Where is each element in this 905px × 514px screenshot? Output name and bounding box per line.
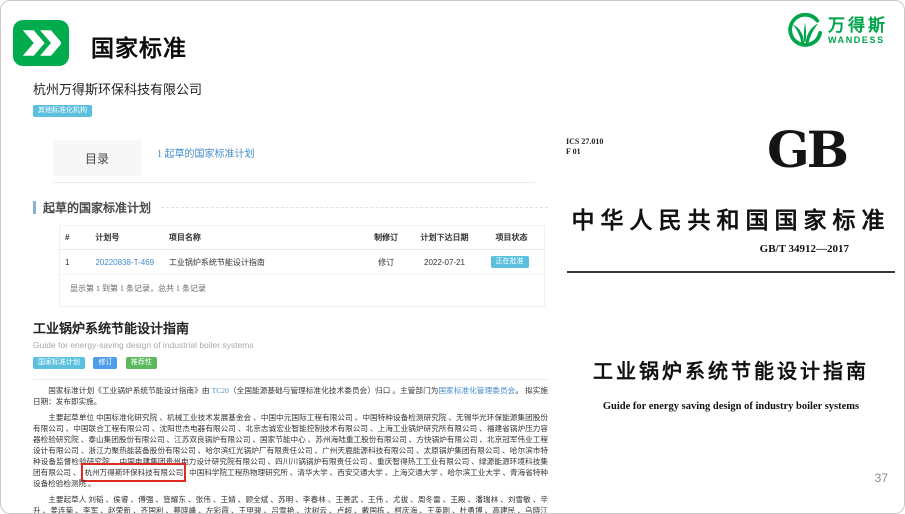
company-badges: 其他标准化机构 <box>33 102 548 120</box>
ics-line2: F 01 <box>566 147 603 157</box>
gb-logo: GB <box>767 125 846 175</box>
pagination-text: 显示第 1 到第 1 条记录，总共 1 条记录 <box>60 275 544 306</box>
ics-classification: ICS 27.010 F 01 <box>566 137 603 157</box>
logo-subname: WANDESS <box>828 36 888 45</box>
cell-index: 1 <box>60 250 90 275</box>
status-badge: 正在批准 <box>491 256 529 268</box>
section-header-title: 起草的国家标准计划 <box>43 199 151 216</box>
double-chevron-icon <box>13 20 69 66</box>
badge-national-plan: 国家标准计划 <box>33 357 85 369</box>
table-header-row: # 计划号 项目名称 制修订 计划下达日期 项目状态 <box>60 226 544 250</box>
standard-info: 工业锅炉系统节能设计指南 Guide for energy-saving des… <box>33 318 548 380</box>
page-number: 37 <box>875 471 888 485</box>
toc-link-drafted-plans[interactable]: 1 起草的国家标准计划 <box>141 140 255 176</box>
standard-badges: 国家标准计划 修订 推荐性 <box>33 354 548 372</box>
plans-table-container: # 计划号 项目名称 制修订 计划下达日期 项目状态 1 20220838-T-… <box>59 225 545 307</box>
cell-issue-date: 2022-07-21 <box>410 250 479 275</box>
standard-title: 工业锅炉系统节能设计指南 <box>33 318 548 337</box>
chevron-right-icon <box>21 30 61 56</box>
plan-number-link[interactable]: 20220838-T-469 <box>95 258 154 267</box>
gb-standard-cover: ICS 27.010 F 01 GB 中华人民共和国国家标准 GB/T 3491… <box>561 91 901 496</box>
section-header-divider <box>161 207 548 208</box>
badge-recommended: 推荐性 <box>126 357 157 369</box>
cover-heading: 中华人民共和国国家标准 <box>561 201 901 235</box>
toc-label: 目录 <box>53 140 141 176</box>
cell-project-name: 工业锅炉系统节能设计指南 <box>164 250 362 275</box>
para1-text-b: （全国能源基础与管理标准化技术委员会）归口 。主管部门为 <box>229 386 439 395</box>
paragraph-drafters: 主要起草人 刘韬 、侯睿 、傅强 、笪耀东 、张伟 、王婧 、顾全斌 、苏明 、… <box>33 494 548 514</box>
wandess-logo: 万得斯 WANDESS <box>788 13 888 49</box>
paragraph-overview: 国家标准计划《工业锅炉系统节能设计指南》由 TC20（全国能源基础与管理标准化技… <box>33 385 548 407</box>
wandess-logo-text: 万得斯 WANDESS <box>828 17 888 45</box>
standard-subtitle-en: Guide for energy-saving design of indust… <box>33 340 548 350</box>
col-project-name: 项目名称 <box>164 226 362 250</box>
plans-table: # 计划号 项目名称 制修订 计划下达日期 项目状态 1 20220838-T-… <box>60 226 544 275</box>
ics-line1: ICS 27.010 <box>566 137 603 147</box>
para1-text-a: 国家标准计划《工业锅炉系统节能设计指南》由 <box>48 386 211 395</box>
cover-standard-title: 工业锅炉系统节能设计指南 <box>561 355 901 384</box>
tc20-link[interactable]: TC20 <box>212 386 229 395</box>
sac-link[interactable]: 国家标准化管理委员会 <box>438 386 515 395</box>
table-row: 1 20220838-T-469 工业锅炉系统节能设计指南 修订 2022-07… <box>60 250 544 275</box>
standard-code: GB/T 34912—2017 <box>760 243 849 255</box>
page-title: 国家标准 <box>91 29 187 63</box>
col-revision: 制修订 <box>362 226 410 250</box>
para3-prefix: 主要起草人 刘韬 、侯睿 、傅强 、笪耀东 、张伟 、王婧 、顾全斌 、苏明 、… <box>33 495 548 514</box>
badge-revision: 修订 <box>93 357 117 369</box>
col-index: # <box>60 226 90 250</box>
cover-rule-line <box>567 271 895 273</box>
slide: 国家标准 万得斯 WANDESS 杭州万得斯环保科技有限公司 其他标准化机构 目… <box>0 0 905 514</box>
divider-line <box>33 379 548 380</box>
table-of-contents: 目录 1 起草的国家标准计划 <box>53 140 535 183</box>
section-header: 起草的国家标准计划 <box>33 199 548 216</box>
col-status: 项目状态 <box>479 226 544 250</box>
highlighted-company: 杭州万得斯环保科技有限公司 <box>81 463 186 482</box>
cell-revision: 修订 <box>362 250 410 275</box>
logo-name: 万得斯 <box>828 17 888 34</box>
wandess-plant-icon <box>788 13 822 49</box>
section-header-bar <box>33 201 36 214</box>
company-name: 杭州万得斯环保科技有限公司 <box>33 79 548 98</box>
col-plan-no: 计划号 <box>90 226 163 250</box>
webpage-screenshot: 杭州万得斯环保科技有限公司 其他标准化机构 目录 1 起草的国家标准计划 起草的… <box>33 79 548 514</box>
col-issue-date: 计划下达日期 <box>410 226 479 250</box>
cover-standard-subtitle-en: Guide for energy saving design of indust… <box>561 401 901 412</box>
org-type-badge: 其他标准化机构 <box>33 105 92 117</box>
paragraph-drafting-units: 主要起草单位 中国标准化研究院 、机械工业技术发展基金会 、中国中元国际工程有限… <box>33 412 548 489</box>
